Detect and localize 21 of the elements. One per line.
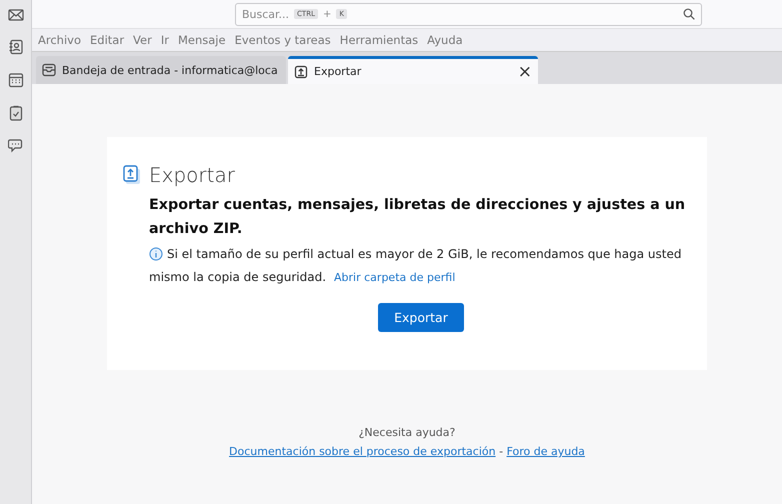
menu-item[interactable]: Eventos y tareas: [234, 33, 331, 47]
menu-item[interactable]: Archivo: [38, 33, 81, 47]
menu-item[interactable]: Ayuda: [427, 33, 463, 47]
help-question: ¿Necesita ayuda?: [358, 425, 456, 441]
page-title: Exportar: [149, 163, 235, 187]
separator-text: -: [499, 445, 504, 458]
info-text: Si el tamaño de su perfil actual es mayor de 2 GiB, le recomendamos que haga usted mismo la copia de seguridad. Abrir carpeta de perfil: [149, 246, 682, 286]
menu-item[interactable]: Ver: [133, 33, 152, 47]
menu-item[interactable]: Ir: [160, 33, 169, 47]
page-heading: Exportar cuentas, mensajes, libretas de direcciones y ajustes a un archivo ZIP.: [149, 196, 686, 239]
tab[interactable]: Exportar ×: [288, 56, 538, 84]
tab[interactable]: Bandeja de entrada - informatica@loca: [36, 56, 286, 84]
help-link[interactable]: Documentación sobre el proceso de exportación: [229, 445, 496, 458]
menu-item[interactable]: Herramientas: [340, 33, 418, 47]
help-link[interactable]: Foro de ayuda: [506, 445, 585, 458]
menu-item[interactable]: Editar: [90, 33, 124, 47]
export-button[interactable]: Exportar: [378, 303, 464, 332]
plus-sign: +: [322, 8, 332, 20]
open-profile-link[interactable]: Abrir carpeta de perfil: [334, 271, 456, 284]
close-icon[interactable]: ×: [518, 62, 532, 82]
menu-item[interactable]: Mensaje: [178, 33, 226, 47]
